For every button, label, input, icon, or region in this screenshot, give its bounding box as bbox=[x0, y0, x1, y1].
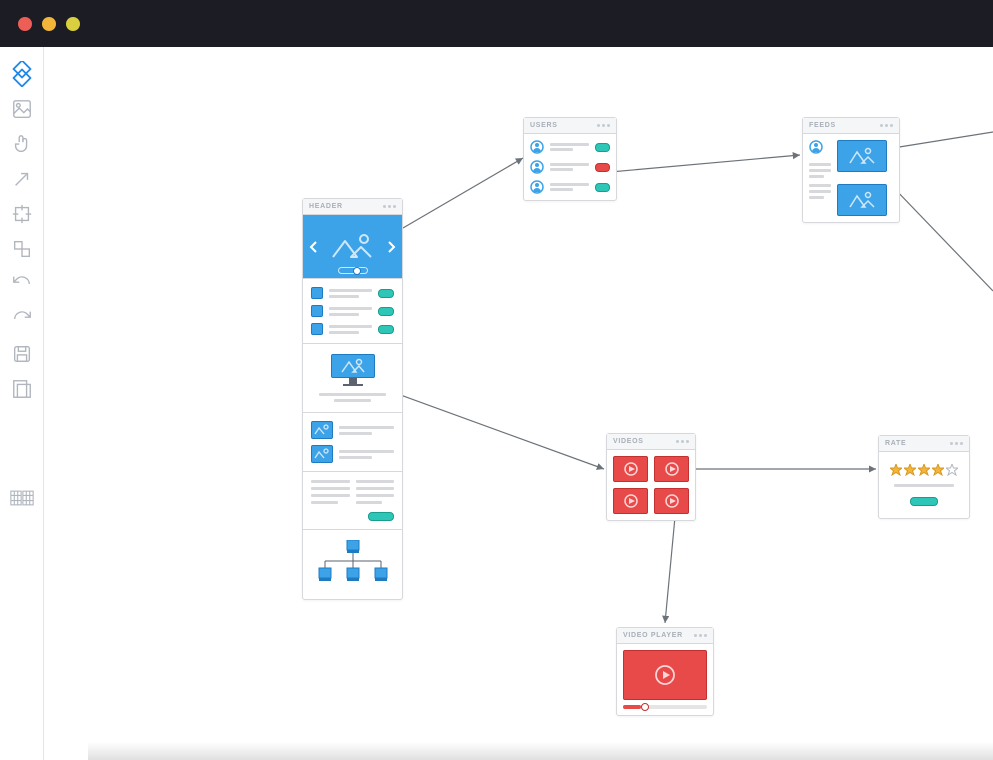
star-empty-icon bbox=[946, 464, 958, 476]
star-rating[interactable] bbox=[887, 464, 961, 476]
window-titlebar bbox=[0, 0, 993, 47]
user-avatar-icon bbox=[530, 180, 544, 194]
video-player-card[interactable]: VIDEO PLAYER bbox=[616, 627, 714, 716]
crop-tool-icon[interactable] bbox=[10, 202, 34, 226]
header-list-section bbox=[303, 279, 402, 344]
header-card-titlebar: HEADER bbox=[303, 199, 402, 215]
image-placeholder-icon bbox=[314, 448, 330, 460]
users-card-titlebar: USERS bbox=[524, 118, 616, 134]
rate-card[interactable]: RATE bbox=[878, 435, 970, 519]
sitemap-icon bbox=[311, 540, 395, 584]
design-canvas[interactable]: HEADER bbox=[44, 47, 993, 760]
feeds-card-title: FEEDS bbox=[809, 122, 836, 129]
logo-tool-icon[interactable] bbox=[10, 62, 34, 86]
user-avatar-icon bbox=[530, 160, 544, 174]
tool-sidebar bbox=[0, 47, 44, 760]
header-card-title: HEADER bbox=[309, 203, 343, 210]
video-player-screen[interactable] bbox=[623, 650, 707, 700]
feeds-card-titlebar: FEEDS bbox=[803, 118, 899, 134]
video-thumb[interactable] bbox=[654, 488, 689, 514]
video-player-card-title: VIDEO PLAYER bbox=[623, 632, 683, 639]
user-avatar-icon bbox=[809, 140, 823, 154]
header-hero bbox=[303, 215, 402, 279]
window-zoom-icon[interactable] bbox=[66, 17, 80, 31]
save-tool-icon[interactable] bbox=[10, 342, 34, 366]
chevron-right-icon[interactable] bbox=[384, 240, 398, 254]
play-icon bbox=[655, 665, 675, 685]
video-thumb[interactable] bbox=[613, 456, 648, 482]
feeds-card[interactable]: FEEDS bbox=[802, 117, 900, 223]
undo-tool-icon[interactable] bbox=[10, 272, 34, 296]
chevron-left-icon[interactable] bbox=[307, 240, 321, 254]
star-filled-icon bbox=[918, 464, 930, 476]
image-placeholder-icon bbox=[341, 358, 365, 374]
play-icon bbox=[624, 462, 638, 476]
header-images-section bbox=[303, 413, 402, 472]
users-card-title: USERS bbox=[530, 122, 558, 129]
play-icon bbox=[665, 494, 679, 508]
header-card[interactable]: HEADER bbox=[302, 198, 403, 600]
users-card[interactable]: USERS bbox=[523, 117, 617, 201]
rate-card-titlebar: RATE bbox=[879, 436, 969, 452]
tap-tool-icon[interactable] bbox=[10, 132, 34, 156]
grid-tool-icon[interactable] bbox=[10, 486, 34, 510]
videos-card[interactable]: VIDEOS bbox=[606, 433, 696, 521]
star-filled-icon bbox=[932, 464, 944, 476]
image-placeholder-icon bbox=[331, 232, 375, 262]
star-filled-icon bbox=[890, 464, 902, 476]
video-thumb[interactable] bbox=[654, 456, 689, 482]
artboard-tool-icon[interactable] bbox=[10, 377, 34, 401]
video-progress[interactable] bbox=[623, 705, 707, 709]
play-icon bbox=[665, 462, 679, 476]
image-placeholder-icon bbox=[314, 424, 330, 436]
play-icon bbox=[624, 494, 638, 508]
image-placeholder-icon bbox=[849, 147, 875, 165]
user-avatar-icon bbox=[530, 140, 544, 154]
header-text-section bbox=[303, 472, 402, 530]
rate-card-title: RATE bbox=[885, 440, 906, 447]
image-tool-icon[interactable] bbox=[10, 97, 34, 121]
star-filled-icon bbox=[904, 464, 916, 476]
redo-tool-icon[interactable] bbox=[10, 307, 34, 331]
header-monitor-section bbox=[303, 344, 402, 413]
video-thumb[interactable] bbox=[613, 488, 648, 514]
videos-card-titlebar: VIDEOS bbox=[607, 434, 695, 450]
elements-tool-icon[interactable] bbox=[10, 237, 34, 261]
window-close-icon[interactable] bbox=[18, 17, 32, 31]
videos-card-title: VIDEOS bbox=[613, 438, 644, 445]
video-player-card-titlebar: VIDEO PLAYER bbox=[617, 628, 713, 644]
header-tree-section bbox=[303, 530, 402, 599]
arrow-ne-tool-icon[interactable] bbox=[10, 167, 34, 191]
image-placeholder-icon bbox=[849, 191, 875, 209]
window-minimize-icon[interactable] bbox=[42, 17, 56, 31]
